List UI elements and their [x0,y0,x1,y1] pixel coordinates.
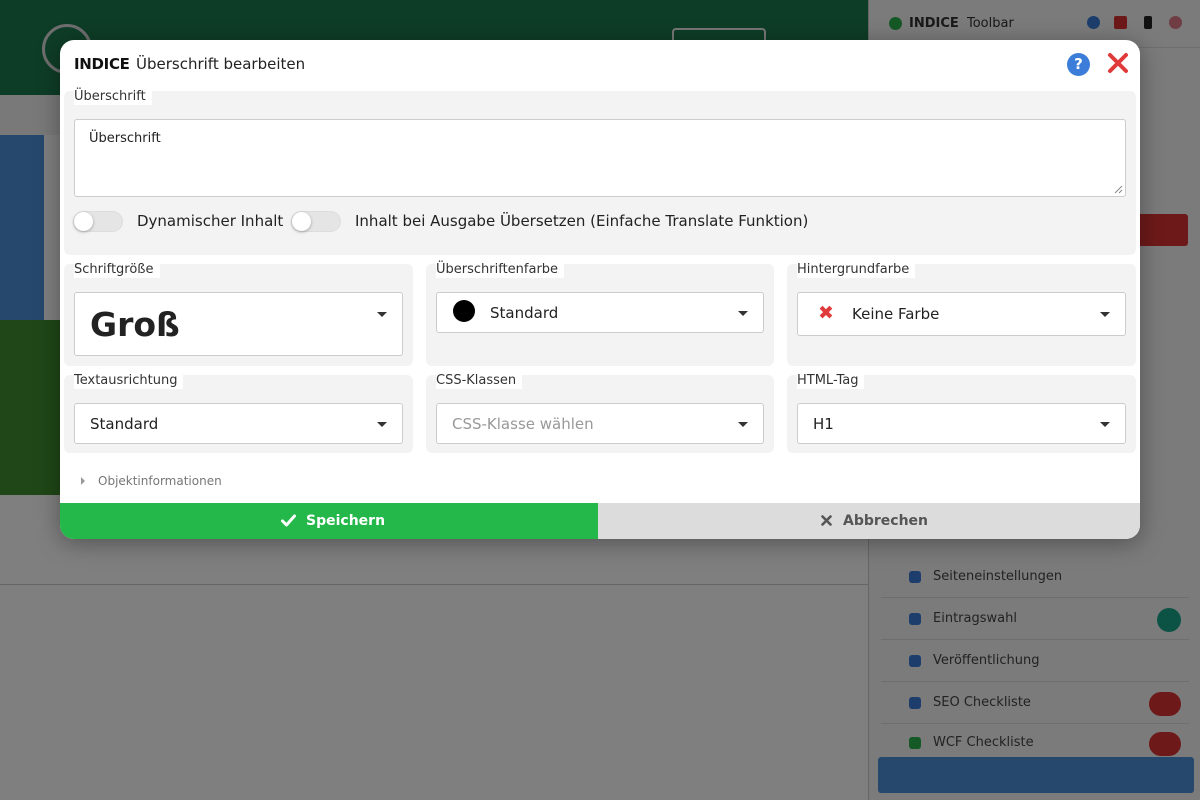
edit-heading-dialog: INDICE Überschrift bearbeiten ? Überschr… [60,40,1140,539]
cancel-x-icon [821,515,832,526]
font-size-value: Groß [90,305,180,344]
toggle-knob [292,212,311,231]
chevron-down-icon [1100,312,1110,317]
cancel-button[interactable]: Abbrechen [598,503,1140,539]
object-info-label: Objektinformationen [98,474,222,488]
dialog-header: INDICE Überschrift bearbeiten ? [60,40,1140,88]
html-tag-value: H1 [813,415,834,433]
dynamic-content-label: Dynamischer Inhalt [137,212,284,230]
background-color-select[interactable]: ✖ Keine Farbe [797,292,1126,336]
no-color-x-icon: ✖ [818,302,834,324]
chevron-down-icon [377,422,387,427]
chevron-down-icon [738,311,748,316]
background-color-label: Hintergrundfarbe [797,262,916,278]
chevron-down-icon [738,422,748,427]
css-classes-label: CSS-Klassen [436,373,523,389]
translate-output-toggle[interactable] [291,211,341,232]
translate-output-label: Inhalt bei Ausgabe Übersetzen (Einfache … [355,212,809,230]
check-icon [281,514,296,527]
heading-color-label: Überschriftenfarbe [436,262,565,278]
heading-color-value: Standard [490,304,559,322]
heading-textarea[interactable]: Überschrift [74,119,1126,197]
save-button[interactable]: Speichern [60,503,598,539]
text-align-select[interactable]: Standard [74,403,403,444]
heading-textarea-value: Überschrift [89,131,161,146]
caret-right-icon [81,477,85,485]
font-size-label: Schriftgröße [74,262,160,278]
chevron-down-icon [1100,422,1110,427]
cancel-button-label: Abbrechen [843,513,929,529]
object-info-toggle[interactable]: Objektinformationen [60,462,1140,502]
dialog-title: Überschrift bearbeiten [136,55,306,73]
html-tag-select[interactable]: H1 [797,403,1126,444]
css-classes-select[interactable]: CSS-Klasse wählen [436,403,764,444]
close-icon[interactable] [1106,51,1130,75]
help-icon[interactable]: ? [1067,53,1090,76]
dialog-app-name: INDICE [74,55,130,73]
html-tag-label: HTML-Tag [797,373,865,389]
heading-label: Überschrift [74,89,152,105]
save-button-label: Speichern [306,513,386,529]
dynamic-content-toggle[interactable] [73,211,123,232]
color-swatch-icon [453,300,475,322]
resize-handle-icon[interactable] [1114,185,1123,194]
text-align-value: Standard [90,415,159,433]
text-align-label: Textausrichtung [74,373,184,389]
toggle-knob [74,212,93,231]
background-color-value: Keine Farbe [852,305,940,323]
css-classes-placeholder: CSS-Klasse wählen [452,415,594,433]
chevron-down-icon [377,312,387,317]
font-size-select[interactable]: Groß [74,292,403,356]
heading-color-select[interactable]: Standard [436,292,764,333]
